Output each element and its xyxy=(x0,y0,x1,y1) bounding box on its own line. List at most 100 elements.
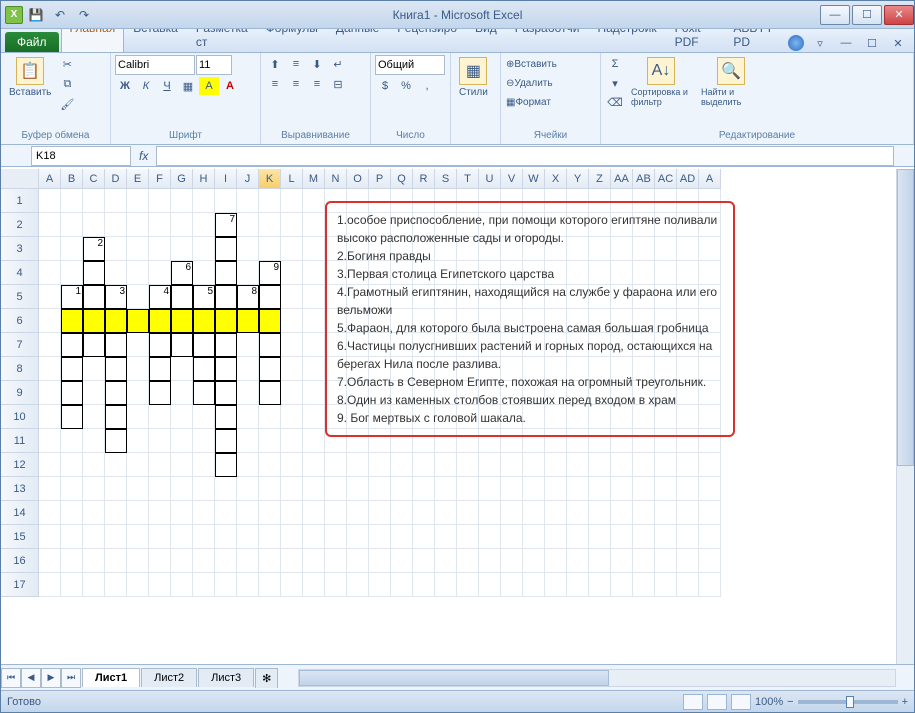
cell[interactable] xyxy=(281,405,303,429)
cell[interactable] xyxy=(61,453,83,477)
cell[interactable] xyxy=(259,501,281,525)
font-size-combo[interactable]: 11 xyxy=(196,55,232,75)
cell[interactable] xyxy=(281,477,303,501)
crossword-cell[interactable] xyxy=(259,357,281,381)
column-header[interactable]: A xyxy=(699,169,721,189)
column-header[interactable]: G xyxy=(171,169,193,189)
cell[interactable] xyxy=(149,405,171,429)
cell[interactable] xyxy=(83,549,105,573)
crossword-cell[interactable] xyxy=(215,285,237,309)
cell[interactable] xyxy=(369,453,391,477)
cell[interactable] xyxy=(171,501,193,525)
row-header[interactable]: 12 xyxy=(1,453,39,477)
cell[interactable] xyxy=(303,477,325,501)
cell[interactable] xyxy=(83,189,105,213)
row-header[interactable]: 10 xyxy=(1,405,39,429)
column-header[interactable]: X xyxy=(545,169,567,189)
cell[interactable] xyxy=(171,357,193,381)
wrap-text-button[interactable]: ↵ xyxy=(328,55,348,73)
cell[interactable] xyxy=(523,501,545,525)
cells-area[interactable]: 7269134581.особое приспособление, при по… xyxy=(39,189,914,664)
italic-button[interactable]: К xyxy=(136,77,156,95)
cell[interactable] xyxy=(391,453,413,477)
cell[interactable] xyxy=(457,549,479,573)
doc-restore-button[interactable]: ☐ xyxy=(862,34,882,52)
cell[interactable] xyxy=(171,429,193,453)
column-header[interactable]: AA xyxy=(611,169,633,189)
cell[interactable] xyxy=(237,453,259,477)
minimize-button[interactable]: — xyxy=(820,5,850,25)
cell[interactable] xyxy=(149,453,171,477)
cell[interactable] xyxy=(61,189,83,213)
cell[interactable] xyxy=(303,285,325,309)
cell[interactable] xyxy=(303,357,325,381)
cell[interactable] xyxy=(193,237,215,261)
cell[interactable] xyxy=(237,429,259,453)
paste-button[interactable]: 📋 Вставить xyxy=(5,55,55,100)
cell[interactable] xyxy=(237,213,259,237)
cell[interactable] xyxy=(193,501,215,525)
cell[interactable] xyxy=(347,573,369,597)
cell[interactable] xyxy=(567,525,589,549)
sheet-nav-next[interactable]: ▶ xyxy=(41,668,61,688)
cell[interactable] xyxy=(193,525,215,549)
column-header[interactable]: I xyxy=(215,169,237,189)
cell[interactable] xyxy=(193,477,215,501)
column-header[interactable]: V xyxy=(501,169,523,189)
crossword-cell[interactable] xyxy=(215,453,237,477)
crossword-cell[interactable] xyxy=(237,309,259,333)
cell[interactable] xyxy=(83,357,105,381)
crossword-cell[interactable] xyxy=(149,381,171,405)
cell[interactable] xyxy=(39,333,61,357)
save-button[interactable]: 💾 xyxy=(25,4,47,26)
format-painter-button[interactable]: 🖌 xyxy=(57,95,77,113)
cell[interactable] xyxy=(303,525,325,549)
crossword-cell[interactable] xyxy=(215,381,237,405)
cell[interactable] xyxy=(435,477,457,501)
column-header[interactable]: Q xyxy=(391,169,413,189)
row-header[interactable]: 2 xyxy=(1,213,39,237)
row-header[interactable]: 4 xyxy=(1,261,39,285)
cell[interactable] xyxy=(83,477,105,501)
cell[interactable] xyxy=(281,309,303,333)
column-header[interactable]: F xyxy=(149,169,171,189)
row-header[interactable]: 6 xyxy=(1,309,39,333)
cell[interactable] xyxy=(193,405,215,429)
fx-label[interactable]: fx xyxy=(131,149,156,163)
currency-button[interactable]: $ xyxy=(375,77,395,95)
cell[interactable] xyxy=(347,549,369,573)
cell[interactable] xyxy=(127,453,149,477)
cell[interactable] xyxy=(281,261,303,285)
cell[interactable] xyxy=(83,429,105,453)
cell[interactable] xyxy=(545,525,567,549)
column-header[interactable]: D xyxy=(105,169,127,189)
maximize-button[interactable]: ☐ xyxy=(852,5,882,25)
crossword-cell[interactable] xyxy=(149,333,171,357)
row-header[interactable]: 15 xyxy=(1,525,39,549)
row-header[interactable]: 16 xyxy=(1,549,39,573)
column-header[interactable]: J xyxy=(237,169,259,189)
cell[interactable] xyxy=(281,549,303,573)
cell[interactable] xyxy=(677,573,699,597)
cell[interactable] xyxy=(259,573,281,597)
cell[interactable] xyxy=(281,357,303,381)
fill-color-button[interactable]: А xyxy=(199,77,219,95)
cell[interactable] xyxy=(567,477,589,501)
cell[interactable] xyxy=(237,237,259,261)
crossword-cell[interactable] xyxy=(259,333,281,357)
cell[interactable] xyxy=(127,381,149,405)
cell[interactable] xyxy=(237,549,259,573)
cell[interactable] xyxy=(479,549,501,573)
sheet-nav-last[interactable]: ⏭ xyxy=(61,668,81,688)
crossword-cell[interactable] xyxy=(215,429,237,453)
cell[interactable] xyxy=(589,501,611,525)
cell[interactable] xyxy=(259,477,281,501)
cell[interactable] xyxy=(501,453,523,477)
crossword-cell[interactable] xyxy=(83,261,105,285)
row-header[interactable]: 5 xyxy=(1,285,39,309)
cell[interactable] xyxy=(303,333,325,357)
row-header[interactable]: 9 xyxy=(1,381,39,405)
cell[interactable] xyxy=(611,573,633,597)
cell[interactable] xyxy=(171,405,193,429)
cell[interactable] xyxy=(237,525,259,549)
